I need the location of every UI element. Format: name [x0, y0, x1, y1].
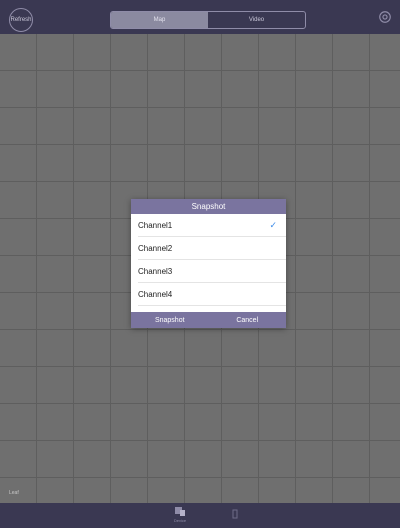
tab-map[interactable]: Map	[111, 12, 208, 28]
tab-device[interactable]: Device	[170, 506, 190, 528]
snapshot-button[interactable]: Snapshot	[131, 312, 209, 328]
map-caption: Leaf	[9, 490, 19, 496]
channel-label: Channel3	[138, 266, 173, 276]
dialog-title: Snapshot	[131, 199, 286, 214]
top-bar: Refresh Map Video	[0, 0, 400, 34]
refresh-button-label: Refresh	[10, 17, 32, 23]
snapshot-dialog: Snapshot Channel1 ✓ Channel2 Channel3 Ch…	[131, 199, 286, 328]
cancel-button[interactable]: Cancel	[209, 312, 287, 328]
device-icon	[175, 507, 185, 516]
info-icon[interactable]	[228, 507, 242, 521]
channel-list: Channel1 ✓ Channel2 Channel3 Channel4	[131, 214, 286, 312]
channel-label: Channel2	[138, 243, 173, 253]
channel-label: Channel1	[138, 220, 173, 230]
tab-device-label: Device	[173, 518, 187, 523]
channel-item-3[interactable]: Channel3	[138, 260, 286, 283]
tab-video[interactable]: Video	[208, 12, 305, 28]
view-segmented-control: Map Video	[110, 11, 306, 29]
dialog-footer: Snapshot Cancel	[131, 312, 286, 328]
refresh-button[interactable]: Refresh	[9, 8, 33, 32]
bottom-tab-bar: Device	[0, 503, 400, 528]
checkmark-icon: ✓	[269, 219, 277, 230]
gear-icon[interactable]	[378, 10, 392, 24]
channel-item-2[interactable]: Channel2	[138, 237, 286, 260]
channel-item-4[interactable]: Channel4	[138, 283, 286, 306]
channel-label: Channel4	[138, 289, 173, 299]
channel-item-1[interactable]: Channel1 ✓	[138, 214, 286, 237]
